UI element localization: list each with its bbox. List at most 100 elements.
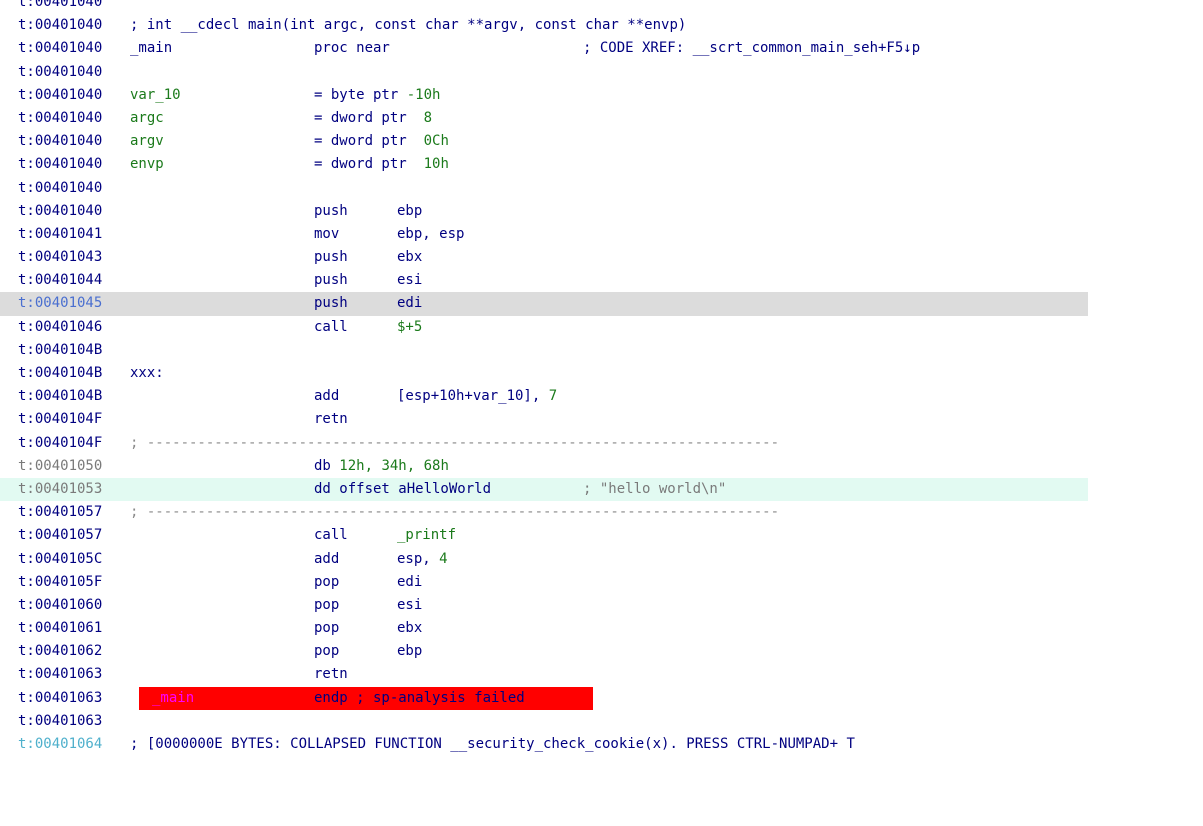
line-address[interactable]: t:0040104F xyxy=(18,408,102,431)
line-address[interactable]: t:00401046 xyxy=(18,316,102,339)
line-address[interactable]: t:00401064 xyxy=(18,733,102,756)
listing-line[interactable]: t:0040104B xyxy=(0,339,1203,362)
listing-line[interactable]: t:00401040 _main proc near ; CODE XREF: … xyxy=(0,37,1203,60)
listing-line[interactable]: t:00401040 argc = dword ptr 8 xyxy=(0,107,1203,130)
instruction-mnemonic[interactable]: retn xyxy=(314,408,348,431)
line-address[interactable]: t:00401063 xyxy=(18,663,102,686)
instruction-operand[interactable]: ebx xyxy=(397,617,422,640)
listing-line-error[interactable]: t:00401063 _main endp ; sp-analysis fail… xyxy=(0,686,1203,710)
listing-line[interactable]: t:00401040 xyxy=(0,0,1203,14)
instruction-mnemonic[interactable]: retn xyxy=(314,663,348,686)
instruction-operand[interactable]: ebx xyxy=(397,246,422,269)
line-address[interactable]: t:0040105F xyxy=(18,571,102,594)
listing-line[interactable]: t:00401044 push esi xyxy=(0,269,1203,292)
line-address[interactable]: t:00401040 xyxy=(18,0,102,14)
listing-line[interactable]: t:0040104F ; ---------------------------… xyxy=(0,432,1203,455)
listing-line[interactable]: t:00401040 ; int __cdecl main(int argc, … xyxy=(0,14,1203,37)
line-address[interactable]: t:00401050 xyxy=(18,455,102,478)
listing-line[interactable]: t:0040104B xxx: xyxy=(0,362,1203,385)
line-address[interactable]: t:00401040 xyxy=(18,200,102,223)
listing-line[interactable]: t:0040104B add [esp+10h+var_10], 7 xyxy=(0,385,1203,408)
line-address[interactable]: t:00401045 xyxy=(18,292,102,315)
instruction-operand[interactable]: ebp xyxy=(397,200,422,223)
listing-line[interactable]: t:00401060 pop esi xyxy=(0,594,1203,617)
instruction-mnemonic[interactable]: call xyxy=(314,524,348,547)
listing-line-collapsed[interactable]: t:00401064 ; [0000000E BYTES: COLLAPSED … xyxy=(0,733,1203,756)
listing-line[interactable]: t:00401040 argv = dword ptr 0Ch xyxy=(0,130,1203,153)
listing-line[interactable]: t:0040104F retn xyxy=(0,408,1203,431)
listing-line[interactable]: t:00401040 envp = dword ptr 10h xyxy=(0,153,1203,176)
instruction-mnemonic[interactable]: pop xyxy=(314,571,339,594)
stack-variable-label[interactable]: envp xyxy=(130,153,164,176)
listing-line[interactable]: t:00401062 pop ebp xyxy=(0,640,1203,663)
listing-line-selected[interactable]: t:00401045 push edi xyxy=(0,292,1088,316)
listing-line[interactable]: t:00401057 call _printf xyxy=(0,524,1203,547)
line-address[interactable]: t:0040104F xyxy=(18,432,102,455)
line-address[interactable]: t:00401040 xyxy=(18,153,102,176)
stack-variable-label[interactable]: argc xyxy=(130,107,164,130)
instruction-operand[interactable]: $+5 xyxy=(397,316,422,339)
line-address[interactable]: t:0040104B xyxy=(18,362,102,385)
line-address[interactable]: t:00401040 xyxy=(18,37,102,60)
line-address[interactable]: t:00401040 xyxy=(18,61,102,84)
listing-line[interactable]: t:00401040 var_10 = byte ptr -10h xyxy=(0,84,1203,107)
xref-comment[interactable]: ; CODE XREF: __scrt_common_main_seh+F5↓p xyxy=(583,37,920,60)
listing-line[interactable]: t:00401063 xyxy=(0,710,1203,733)
instruction-mnemonic[interactable]: push xyxy=(314,292,348,315)
listing-line[interactable]: t:00401057 ; ---------------------------… xyxy=(0,501,1203,524)
line-address[interactable]: t:0040105C xyxy=(18,548,102,571)
listing-line[interactable]: t:0040105C add esp, 4 xyxy=(0,548,1203,571)
listing-line[interactable]: t:00401043 push ebx xyxy=(0,246,1203,269)
sp-analysis-failed-directive[interactable]: endp ; sp-analysis failed xyxy=(312,686,593,710)
function-end-label[interactable]: _main xyxy=(139,686,312,710)
instruction-operand[interactable]: ebp, esp xyxy=(397,223,464,246)
line-address[interactable]: t:00401063 xyxy=(18,687,102,710)
line-address[interactable]: t:00401040 xyxy=(18,177,102,200)
instruction-mnemonic[interactable]: mov xyxy=(314,223,339,246)
instruction-operand[interactable]: edi xyxy=(397,571,422,594)
listing-line[interactable]: t:00401040 xyxy=(0,177,1203,200)
instruction-mnemonic[interactable]: pop xyxy=(314,594,339,617)
line-address[interactable]: t:00401057 xyxy=(18,501,102,524)
instruction-mnemonic[interactable]: push xyxy=(314,246,348,269)
instruction-mnemonic[interactable]: pop xyxy=(314,640,339,663)
collapsed-function-notice[interactable]: ; [0000000E BYTES: COLLAPSED FUNCTION __… xyxy=(130,733,855,756)
instruction-mnemonic[interactable]: push xyxy=(314,269,348,292)
listing-line[interactable]: t:00401041 mov ebp, esp xyxy=(0,223,1203,246)
listing-line[interactable]: t:00401063 retn xyxy=(0,663,1203,686)
listing-line[interactable]: t:00401046 call $+5 xyxy=(0,316,1203,339)
line-address[interactable]: t:00401041 xyxy=(18,223,102,246)
instruction-mnemonic[interactable]: pop xyxy=(314,617,339,640)
line-address[interactable]: t:00401040 xyxy=(18,130,102,153)
listing-line-data[interactable]: t:00401053 dd offset aHelloWorld ; "hell… xyxy=(0,477,1088,502)
instruction-mnemonic[interactable]: push xyxy=(314,200,348,223)
code-label[interactable]: xxx: xyxy=(130,362,164,385)
line-address[interactable]: t:0040104B xyxy=(18,339,102,362)
line-address[interactable]: t:0040104B xyxy=(18,385,102,408)
line-address[interactable]: t:00401044 xyxy=(18,269,102,292)
line-address[interactable]: t:00401053 xyxy=(18,478,102,501)
instruction-operand[interactable]: esi xyxy=(397,269,422,292)
instruction-operand[interactable]: esp, 4 xyxy=(397,548,448,571)
instruction-mnemonic[interactable]: add xyxy=(314,548,339,571)
line-address[interactable]: t:00401043 xyxy=(18,246,102,269)
instruction-operand[interactable]: esi xyxy=(397,594,422,617)
instruction-operand[interactable]: [esp+10h+var_10], 7 xyxy=(397,385,557,408)
line-address[interactable]: t:00401060 xyxy=(18,594,102,617)
function-name-label[interactable]: _main xyxy=(130,37,172,60)
data-definition[interactable]: db 12h, 34h, 68h xyxy=(314,455,449,478)
instruction-mnemonic[interactable]: add xyxy=(314,385,339,408)
line-address[interactable]: t:00401063 xyxy=(18,710,102,733)
stack-variable-label[interactable]: argv xyxy=(130,130,164,153)
listing-line[interactable]: t:00401040 xyxy=(0,61,1203,84)
listing-line[interactable]: t:00401061 pop ebx xyxy=(0,617,1203,640)
listing-line[interactable]: t:0040105F pop edi xyxy=(0,571,1203,594)
line-address[interactable]: t:00401040 xyxy=(18,84,102,107)
data-definition[interactable]: dd offset aHelloWorld xyxy=(314,478,491,501)
instruction-operand[interactable]: edi xyxy=(397,292,422,315)
line-address[interactable]: t:00401062 xyxy=(18,640,102,663)
instruction-operand[interactable]: ebp xyxy=(397,640,422,663)
line-address[interactable]: t:00401040 xyxy=(18,107,102,130)
instruction-operand[interactable]: _printf xyxy=(397,524,456,547)
line-address[interactable]: t:00401061 xyxy=(18,617,102,640)
